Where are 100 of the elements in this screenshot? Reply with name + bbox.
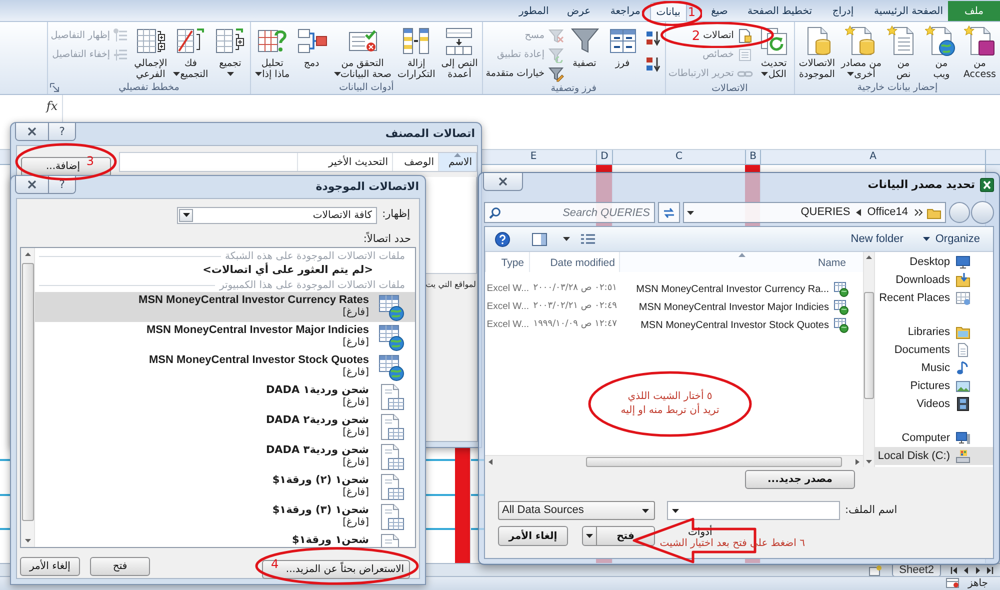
column-header[interactable]: Name [619,252,863,272]
caret-icon[interactable] [687,210,694,214]
toolbar-button[interactable]: New folder [848,229,906,249]
scrollbar[interactable] [21,248,35,547]
column-header[interactable]: A [760,150,985,164]
column-header[interactable]: B [745,150,760,164]
file-type: Excel W... [486,282,529,296]
ribbon-button[interactable]: من نص [885,25,922,80]
refresh-button[interactable] [658,202,680,223]
connection-list-item[interactable]: شحن١ ورقة١$ [35,532,415,547]
breadcrumb-item[interactable]: Office14 [865,204,910,221]
nav-item[interactable]: Local Disk (C:) [875,447,993,465]
file-name-field[interactable] [667,501,840,520]
file-name[interactable]: MSN MoneyCentral Investor Currency Ra... [636,282,829,296]
ribbon-tab[interactable]: إدراج [817,2,869,21]
column-header[interactable]: Date modified [529,252,619,272]
ribbon-button[interactable]: خيارات متقدمة [484,65,564,83]
ribbon-button[interactable]: فك التجميع [171,25,210,80]
scrollbar-thumb[interactable] [864,292,874,399]
close-button[interactable] [16,176,48,193]
ribbon-tab[interactable]: عرض [556,2,601,21]
dialog-launcher-icon[interactable] [50,83,59,92]
ribbon-button[interactable]: فرز [604,25,640,69]
nav-item[interactable]: Downloads [875,271,993,289]
back-button[interactable] [971,201,994,224]
group-heading: ملفات الاتصالات الموجودة على هذه الشبكة [224,250,405,262]
file-type-dropdown[interactable]: All Data Sources [498,501,655,520]
file-name[interactable]: MSN MoneyCentral Investor Stock Quotes [640,318,829,332]
skip-right-icon[interactable] [985,566,995,574]
search-field[interactable]: Search QUERIES [484,202,655,223]
column-header[interactable]: الوصف [392,153,438,171]
nav-item[interactable]: Music [875,359,993,377]
connection-list-item[interactable]: شحن وردية١ DADA [فارغ] [35,382,415,412]
nav-item[interactable]: Computer [875,429,993,447]
caret-icon[interactable] [563,237,570,241]
group-heading: ملفات الاتصالات الموجودة على هذا الكمبيوتر [219,278,405,292]
nav-item[interactable]: Libraries [875,323,993,341]
function-button[interactable]: fx [42,95,62,117]
ribbon-button[interactable]: من مصادر أخرى [839,25,884,80]
close-button[interactable] [16,123,48,140]
ribbon-button[interactable]: الإجمالي الفرعي [132,25,170,80]
help-icon[interactable] [495,232,510,246]
hide-detail-icon [113,47,130,63]
new-source-button[interactable]: مصدر جديد... [745,470,855,489]
connection-list-item[interactable]: شحن١ (٢) ورقة١$ [فارغ] [35,472,415,502]
show-dropdown[interactable]: كافة الاتصالات [177,206,378,224]
ribbon-button[interactable]: اتصالات [702,27,754,45]
preview-pane-icon[interactable] [532,232,547,246]
ribbon-button[interactable]: تصفية [566,25,602,69]
ribbon-button[interactable]: من ويب [923,25,960,80]
skip-left-icon[interactable] [949,566,959,574]
scrollbar[interactable] [485,455,863,467]
ribbon-tab[interactable]: صيغ [696,2,742,21]
dialog-title: اتصالات المصنف [385,126,475,142]
ribbon-tab[interactable]: الصفحة الرئيسية [869,2,948,21]
ribbon-tab[interactable]: ملف [948,1,1000,21]
connection-name: شحن وردية٣ DADA [266,444,369,457]
sort-ascending-icon[interactable] [644,30,660,46]
connection-list-item[interactable]: شحن وردية٣ DADA [فارغ] [35,442,415,472]
caret-icon[interactable] [672,509,679,513]
nav-item[interactable]: Desktop [875,253,993,271]
ribbon-button[interactable]: من Access [961,25,998,80]
nav-item[interactable]: Videos [875,395,993,413]
column-header[interactable]: التحديث الأخير [297,153,392,171]
scrollbar[interactable] [863,252,875,467]
ribbon-button[interactable]: التحقق من صحة البيانات [332,25,394,80]
connection-list-item[interactable]: شحن١ (٣) ورقة١$ [فارغ] [35,502,415,532]
details-view-icon[interactable] [580,233,596,245]
scrollbar-thumb[interactable] [586,456,842,466]
ribbon-button[interactable]: تحديث الكل [756,25,792,80]
open-button[interactable]: فتح [90,557,150,576]
close-button[interactable] [483,173,523,191]
nav-item[interactable]: Pictures [875,377,993,395]
column-header[interactable]: C [612,150,745,164]
ribbon-button[interactable]: دمج [294,25,330,69]
ribbon-button[interactable]: تجميع [212,25,248,80]
column-header[interactable]: الاسم [438,153,476,171]
connection-list-item[interactable]: شحن وردية٢ DADA [فارغ] [35,412,415,442]
help-button[interactable]: ? [48,123,75,140]
ribbon-button[interactable]: تحليل ماذا إذا [253,25,292,80]
toolbar-button[interactable]: Organize [920,229,983,249]
scrollbar-thumb[interactable] [22,263,34,521]
nav-item[interactable]: Documents [875,341,993,359]
breadcrumb-item[interactable]: QUERIES [798,204,852,221]
ribbon-button[interactable]: النص إلى أعمدة [439,25,480,80]
sort-descending-icon[interactable] [644,56,660,72]
forward-button[interactable] [949,202,970,223]
column-header[interactable]: Type [485,252,529,272]
ribbon-tab[interactable]: المطور [510,2,557,21]
open-button[interactable]: فتح [582,526,655,546]
cancel-button[interactable]: إلغاء الأمر [498,526,568,546]
ribbon-button[interactable]: الاتصالات الموجودة [796,25,838,80]
table-globe-icon [377,293,405,321]
column-header[interactable]: D [596,150,612,164]
ribbon-button[interactable]: إزالة التكرارات [396,25,438,80]
ribbon-tab[interactable]: مراجعة [600,2,650,21]
file-name[interactable]: MSN MoneyCentral Investor Major Indicies [638,300,829,314]
nav-item[interactable]: Recent Places [875,289,993,307]
cancel-button[interactable]: إلغاء الأمر [20,557,80,576]
ribbon-tab[interactable]: تخطيط الصفحة [742,2,817,21]
